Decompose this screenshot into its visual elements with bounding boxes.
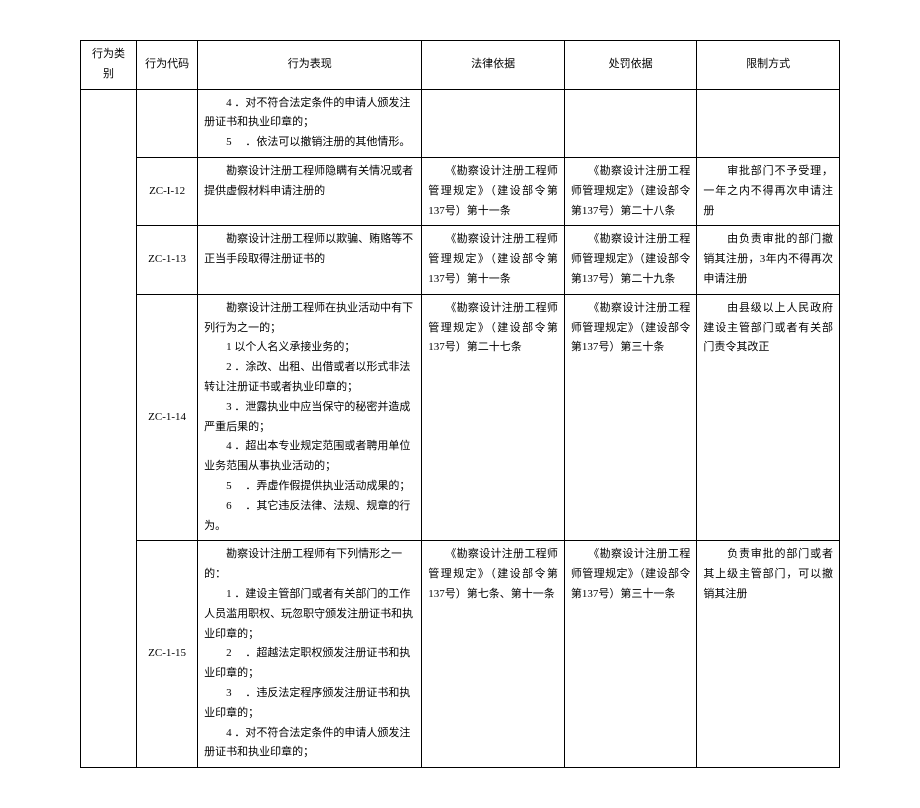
- limit-cell: [697, 89, 840, 157]
- code-cell: [137, 89, 198, 157]
- table-row: 4 ．对不符合法定条件的申请人颁发注册证书和执业印章的； 5 ．依法可以撤销注册…: [81, 89, 840, 157]
- punish-cell: 《勘察设计注册工程师管理规定》（建设部令第137号）第三十条: [564, 294, 696, 541]
- code-cell: ZC-1-15: [137, 541, 198, 768]
- behavior-line: 2 ．涂改、出租、出借或者以形式非法转让注册证书或者执业印章的；: [204, 361, 410, 393]
- behavior-line: 5 ．弄虚作假提供执业活动成果的；: [204, 480, 410, 492]
- behavior-line: 勘察设计注册工程师在执业活动中有下列行为之一的；: [204, 302, 413, 334]
- behavior-line: 勘察设计注册工程师以欺骗、贿赂等不正当手段取得注册证书的: [204, 233, 413, 265]
- limit-cell: 由县级以上人民政府建设主管部门或者有关部门责令其改正: [697, 294, 840, 541]
- legal-cell: 《勘察设计注册工程师管理规定》（建设部令第137号）第七条、第十一条: [422, 541, 565, 768]
- code-cell: ZC-1-13: [137, 226, 198, 294]
- legal-cell: 《勘察设计注册工程师管理规定》（建设部令第137号）第十一条: [422, 157, 565, 225]
- behavior-line: 3 ．违反法定程序颁发注册证书和执业印章的；: [204, 687, 410, 719]
- table-row: ZC-1-14 勘察设计注册工程师在执业活动中有下列行为之一的； 1 以个人名义…: [81, 294, 840, 541]
- table-header-row: 行为类别 行为代码 行为表现 法律依据 处罚依据 限制方式: [81, 41, 840, 90]
- behavior-line: 勘察设计注册工程师隐瞒有关情况或者提供虚假材料申请注册的: [204, 165, 413, 197]
- punish-cell: 《勘察设计注册工程师管理规定》（建设部令第137号）第三十一条: [564, 541, 696, 768]
- punish-cell: [564, 89, 696, 157]
- behavior-cell: 勘察设计注册工程师以欺骗、贿赂等不正当手段取得注册证书的: [198, 226, 422, 294]
- behavior-line: 1 以个人名义承接业务的；: [204, 341, 355, 353]
- behavior-line: 勘察设计注册工程师有下列情形之一的：: [204, 548, 402, 580]
- behavior-line: 4 ．对不符合法定条件的申请人颁发注册证书和执业印章的；: [204, 727, 410, 759]
- table-row: ZC-1-15 勘察设计注册工程师有下列情形之一的： 1 ．建设主管部门或者有关…: [81, 541, 840, 768]
- behavior-line: 1 ．建设主管部门或者有关部门的工作人员滥用职权、玩忽职守颁发注册证书和执业印章…: [204, 588, 413, 640]
- behavior-line: 6 ．其它违反法律、法规、规章的行为。: [204, 500, 410, 532]
- table-row: ZC-I-12 勘察设计注册工程师隐瞒有关情况或者提供虚假材料申请注册的 《勘察…: [81, 157, 840, 225]
- behavior-cell: 勘察设计注册工程师在执业活动中有下列行为之一的； 1 以个人名义承接业务的； 2…: [198, 294, 422, 541]
- code-cell: ZC-1-14: [137, 294, 198, 541]
- punish-cell: 《勘察设计注册工程师管理规定》（建设部令第137号）第二十八条: [564, 157, 696, 225]
- legal-cell: 《勘察设计注册工程师管理规定》（建设部令第137号）第十一条: [422, 226, 565, 294]
- header-legal: 法律依据: [422, 41, 565, 90]
- behavior-cell: 勘察设计注册工程师隐瞒有关情况或者提供虚假材料申请注册的: [198, 157, 422, 225]
- table-row: ZC-1-13 勘察设计注册工程师以欺骗、贿赂等不正当手段取得注册证书的 《勘察…: [81, 226, 840, 294]
- behavior-line: 2 ．超越法定职权颁发注册证书和执业印章的；: [204, 647, 410, 679]
- header-behavior: 行为表现: [198, 41, 422, 90]
- regulations-table: 行为类别 行为代码 行为表现 法律依据 处罚依据 限制方式 4 ．对不符合法定条…: [80, 40, 840, 768]
- limit-cell: 审批部门不予受理，一年之内不得再次申请注册: [697, 157, 840, 225]
- limit-cell: 负责审批的部门或者其上级主管部门，可以撤销其注册: [697, 541, 840, 768]
- header-category: 行为类别: [81, 41, 137, 90]
- legal-cell: [422, 89, 565, 157]
- behavior-line: 4 ．对不符合法定条件的申请人颁发注册证书和执业印章的；: [204, 97, 410, 129]
- behavior-cell: 勘察设计注册工程师有下列情形之一的： 1 ．建设主管部门或者有关部门的工作人员滥…: [198, 541, 422, 768]
- header-limit: 限制方式: [697, 41, 840, 90]
- behavior-cell: 4 ．对不符合法定条件的申请人颁发注册证书和执业印章的； 5 ．依法可以撤销注册…: [198, 89, 422, 157]
- header-punish: 处罚依据: [564, 41, 696, 90]
- behavior-line: 5 ．依法可以撤销注册的其他情形。: [204, 136, 410, 148]
- legal-cell: 《勘察设计注册工程师管理规定》（建设部令第137号）第二十七条: [422, 294, 565, 541]
- behavior-line: 4 ．超出本专业规定范围或者聘用单位业务范围从事执业活动的；: [204, 440, 410, 472]
- limit-cell: 由负责审批的部门撤销其注册，3年内不得再次申请注册: [697, 226, 840, 294]
- punish-cell: 《勘察设计注册工程师管理规定》（建设部令第137号）第二十九条: [564, 226, 696, 294]
- header-code: 行为代码: [137, 41, 198, 90]
- category-cell: [81, 89, 137, 768]
- behavior-line: 3 ．泄露执业中应当保守的秘密并造成严重后果的；: [204, 401, 410, 433]
- code-cell: ZC-I-12: [137, 157, 198, 225]
